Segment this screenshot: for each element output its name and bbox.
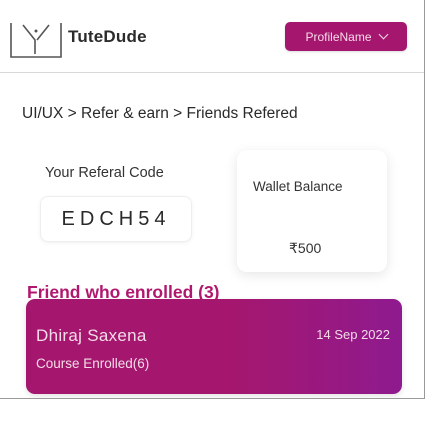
friend-enroll-date: 14 Sep 2022	[316, 327, 390, 342]
friend-name: Dhiraj Saxena	[36, 326, 147, 345]
profile-name-label: ProfileName	[305, 29, 372, 44]
friend-card[interactable]: Dhiraj Saxena 14 Sep 2022 Course Enrolle…	[26, 299, 402, 394]
chevron-down-icon	[378, 29, 388, 40]
profile-menu-button[interactable]: ProfileName	[285, 22, 407, 51]
referral-code-label: Your Referal Code	[45, 165, 164, 181]
wallet-balance-label: Wallet Balance	[253, 179, 343, 194]
tutedude-logo-icon	[10, 23, 62, 58]
app-frame: TuteDude ProfileName UI/UX > Refer & ear…	[0, 0, 425, 399]
breadcrumb: UI/UX > Refer & earn > Friends Refered	[22, 105, 298, 122]
wallet-card: Wallet Balance ₹500	[237, 150, 387, 272]
referral-code-value: EDCH54	[61, 207, 171, 230]
friend-courses-enrolled: Course Enrolled(6)	[36, 356, 150, 371]
referral-code-box[interactable]: EDCH54	[40, 196, 192, 242]
header-divider	[0, 72, 424, 73]
wallet-balance-amount: ₹500	[289, 240, 322, 256]
brand-name: TuteDude	[68, 27, 147, 46]
top-header: TuteDude ProfileName	[0, 0, 424, 72]
